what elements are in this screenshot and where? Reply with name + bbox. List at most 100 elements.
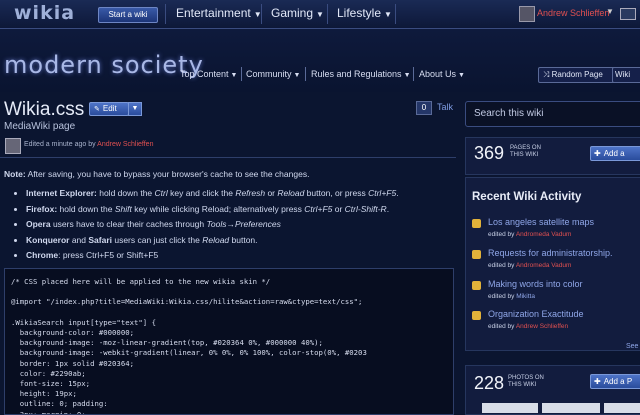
shuffle-icon: ⤨ bbox=[543, 70, 552, 79]
wiki-wordmark[interactable]: modern society bbox=[4, 51, 204, 79]
see-more-link[interactable]: See bbox=[626, 343, 638, 350]
item-text: . bbox=[396, 188, 399, 198]
browser-name: Safari bbox=[88, 234, 112, 245]
activity-byline: edited by Andromeda Vadum bbox=[488, 231, 571, 238]
chevron-down-icon: ▼ bbox=[293, 72, 301, 79]
nav-divider bbox=[261, 4, 262, 24]
search-placeholder: Search this wiki bbox=[474, 108, 544, 119]
browser-name: Chrome bbox=[26, 250, 59, 260]
photo-thumbnail[interactable] bbox=[482, 403, 538, 413]
byline-prefix: edited by bbox=[488, 323, 515, 330]
wiki-nav-label: Community bbox=[246, 69, 292, 79]
editor-avatar[interactable] bbox=[5, 138, 21, 154]
item-key: Ctrl+F5 bbox=[304, 203, 333, 214]
nav-divider bbox=[241, 67, 242, 81]
activity-page-link[interactable]: Requests for administratorship. bbox=[488, 248, 640, 258]
add-photo-label: Add a P bbox=[603, 377, 633, 386]
chevron-down-icon: ▼ bbox=[230, 72, 238, 79]
item-key: Shift bbox=[114, 203, 132, 214]
photos-count: 228 bbox=[474, 373, 505, 393]
edit-button[interactable]: ✎ Edit bbox=[89, 102, 129, 116]
photo-thumbnail[interactable] bbox=[542, 403, 600, 413]
list-item: Konqueror and Safari users can just clic… bbox=[26, 233, 466, 249]
editor-name-link[interactable]: Andrew Schlieffen bbox=[97, 141, 153, 148]
activity-user-link[interactable]: Andromeda Vadum bbox=[516, 231, 572, 238]
recent-activity-title: Recent Wiki Activity bbox=[472, 191, 582, 203]
wiki-nav-top-content[interactable]: Top Content ▼ bbox=[180, 69, 237, 79]
item-text: and bbox=[69, 234, 89, 245]
activity-user-link[interactable]: Andromeda Vadum bbox=[516, 262, 572, 269]
item-text: : press Ctrl+F5 or Shift+F5 bbox=[58, 250, 159, 260]
nav-entertainment[interactable]: Entertainment ▼ bbox=[176, 6, 262, 20]
item-text: users have to clear their caches through bbox=[50, 219, 207, 229]
pages-count: 369 bbox=[474, 143, 505, 163]
add-page-button[interactable]: ✚ Add a bbox=[590, 146, 640, 161]
article-content: Wikia.css ✎ Edit ▼ 0 Talk MediaWiki page … bbox=[0, 93, 458, 415]
nav-lifestyle-label: Lifestyle bbox=[337, 6, 382, 20]
item-text: key while clicking Reload; alternatively… bbox=[131, 203, 305, 214]
chevron-down-icon: ▼ bbox=[403, 72, 411, 79]
notifications-mail-icon[interactable] bbox=[620, 8, 636, 20]
photo-thumbnail[interactable] bbox=[604, 403, 640, 413]
talk-link[interactable]: Talk bbox=[437, 102, 453, 112]
divider bbox=[0, 157, 456, 158]
page-subtitle: MediaWiki page bbox=[4, 121, 76, 132]
add-photo-icon: ✚ bbox=[594, 377, 601, 386]
item-text: or bbox=[332, 203, 345, 214]
item-text: users can just click the bbox=[111, 234, 203, 245]
byline-prefix: edited by bbox=[488, 293, 515, 300]
pencil-icon: ✎ bbox=[94, 106, 100, 113]
activity-page-link[interactable]: Making words into color bbox=[488, 279, 640, 289]
nav-divider bbox=[165, 4, 166, 24]
nav-divider bbox=[413, 67, 414, 81]
photo-thumbnails bbox=[482, 403, 640, 413]
nav-divider bbox=[395, 4, 396, 24]
edit-dropdown-chevron-icon[interactable]: ▼ bbox=[128, 102, 142, 116]
chevron-down-icon: ▼ bbox=[316, 10, 324, 19]
search-input[interactable]: Search this wiki bbox=[465, 101, 640, 127]
wiki-header: modern society Top Content ▼ Community ▼ R… bbox=[0, 29, 640, 92]
item-text: button. bbox=[229, 234, 258, 245]
activity-byline: edited by Mikitta bbox=[488, 293, 535, 300]
wiki-nav-label: Rules and Regulations bbox=[311, 69, 402, 79]
nav-gaming[interactable]: Gaming ▼ bbox=[271, 6, 324, 20]
activity-page-link[interactable]: Organization Exactitude bbox=[488, 309, 640, 319]
activity-user-link[interactable]: Andrew Schlieffen bbox=[516, 323, 568, 330]
pages-caption: PAGES ON THIS WIKI bbox=[510, 145, 541, 158]
page-title: Wikia.css bbox=[4, 99, 85, 120]
add-photo-button[interactable]: ✚ Add a P bbox=[590, 374, 640, 389]
item-text: hold down the bbox=[96, 188, 155, 198]
start-a-wiki-button[interactable]: Start a wiki bbox=[98, 7, 158, 23]
item-text: hold down the bbox=[57, 203, 115, 214]
chevron-down-icon[interactable]: ▼ bbox=[606, 7, 614, 16]
talk-count-badge: 0 bbox=[416, 101, 432, 115]
browser-name: Konqueror bbox=[26, 234, 70, 245]
browser-name: Opera bbox=[26, 219, 51, 229]
nav-lifestyle[interactable]: Lifestyle ▼ bbox=[337, 6, 392, 20]
nav-entertainment-label: Entertainment bbox=[176, 6, 251, 20]
activity-user-link[interactable]: Mikitta bbox=[516, 293, 535, 300]
chevron-down-icon: ▼ bbox=[384, 10, 392, 19]
wikia-logo[interactable]: wikia bbox=[14, 2, 75, 24]
wiki-nav-about[interactable]: About Us ▼ bbox=[419, 69, 465, 79]
add-page-label: Add a bbox=[603, 149, 625, 158]
wiki-button[interactable]: Wiki bbox=[612, 67, 640, 83]
wiki-nav-label: About Us bbox=[419, 69, 457, 79]
item-key: Ctrl+F5 bbox=[368, 188, 397, 198]
add-page-icon: ✚ bbox=[594, 149, 601, 158]
item-text: key and click the bbox=[167, 188, 236, 198]
random-page-label: Random Page bbox=[551, 70, 603, 79]
list-item: Chrome: press Ctrl+F5 or Shift+F5 bbox=[26, 248, 466, 264]
list-item: Opera users have to clear their caches t… bbox=[26, 217, 466, 233]
css-source: /* CSS placed here will be applied to th… bbox=[11, 277, 367, 415]
pages-module: 369 PAGES ON THIS WIKI ✚ Add a bbox=[465, 137, 640, 175]
activity-page-link[interactable]: Los angeles satellite maps bbox=[488, 217, 640, 227]
chevron-down-icon: ▼ bbox=[458, 72, 465, 79]
wiki-nav-rules[interactable]: Rules and Regulations ▼ bbox=[311, 69, 411, 79]
list-item: Firefox: hold down the Shift key while c… bbox=[26, 202, 466, 218]
user-menu-name[interactable]: Andrew Schlieffen bbox=[537, 8, 609, 18]
wiki-nav-community[interactable]: Community ▼ bbox=[246, 69, 300, 79]
user-avatar[interactable] bbox=[519, 6, 535, 22]
byline-prefix: edited by bbox=[488, 231, 515, 238]
right-rail: Search this wiki 369 PAGES ON THIS WIKI … bbox=[460, 93, 640, 415]
